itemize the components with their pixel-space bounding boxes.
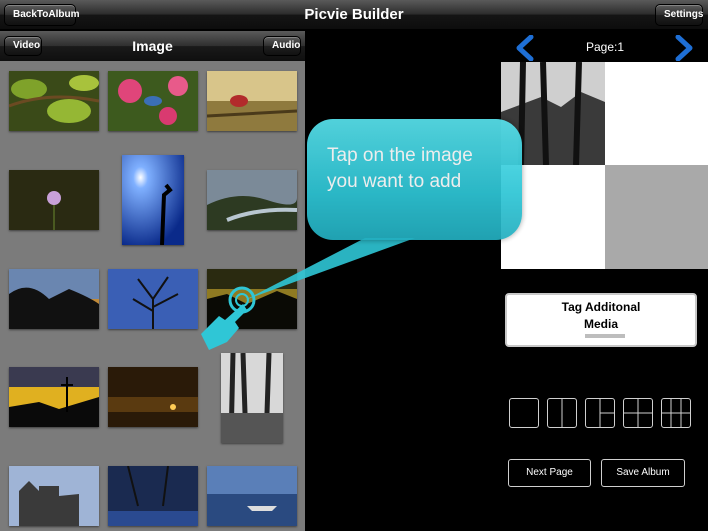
layout-six-grid-button[interactable] [661, 398, 691, 428]
tag-additional-media-button[interactable]: Tag Additonal Media [505, 293, 697, 347]
collage-grid [501, 61, 708, 269]
photo-leaves-bird [9, 71, 99, 131]
settings-button[interactable]: Settings [655, 4, 703, 26]
hand-pointer-icon [201, 304, 247, 350]
photo-blue-sky-sun [122, 155, 184, 245]
layout-two-columns-icon [561, 399, 563, 427]
gallery-image[interactable] [108, 71, 198, 131]
gallery-image[interactable] [207, 466, 297, 526]
tag-line-1: Tag Additonal [561, 300, 641, 314]
tag-line-2: Media [583, 317, 618, 331]
gallery-image[interactable] [9, 466, 99, 526]
media-title: Image [132, 38, 173, 54]
layout-single-button[interactable] [509, 398, 539, 428]
save-album-button[interactable]: Save Album [601, 459, 685, 487]
media-header: Image Video Audio [0, 31, 305, 61]
callout-line-2: you want to add [327, 171, 462, 192]
photo-bw-forest [221, 353, 283, 443]
photo-bare-branches [108, 269, 198, 329]
photo-purple-flower [9, 170, 99, 230]
layout-four-grid-icon [624, 399, 652, 427]
tap-instruction-callout: Tap on the image you want to add [307, 119, 522, 240]
gallery-image[interactable] [122, 155, 184, 245]
app-title: Picvie Builder [304, 6, 404, 23]
gallery-image[interactable] [108, 269, 198, 329]
page-label: Page:1 [585, 40, 625, 54]
video-button[interactable]: Video [4, 36, 42, 56]
photo-dark-orange-horizon [108, 367, 198, 427]
gallery-image[interactable] [108, 367, 198, 427]
gallery-image[interactable] [108, 466, 198, 526]
next-page-button[interactable]: Next Page [508, 459, 591, 487]
left-arrow-icon[interactable] [515, 35, 535, 61]
photo-castle [9, 466, 99, 526]
gallery-image[interactable] [9, 170, 99, 230]
back-to-album-button[interactable]: BackToAlbum [4, 4, 80, 26]
gallery-image[interactable] [9, 269, 99, 329]
photo-sunset-trees [9, 269, 99, 329]
collage-preview[interactable] [501, 61, 708, 269]
callout-line-1: Tap on the image [327, 145, 473, 166]
photo-red-bird-branch [207, 71, 297, 131]
layout-six-grid-icon [662, 399, 690, 427]
gallery-image[interactable] [9, 367, 99, 427]
layout-two-columns-button[interactable] [547, 398, 577, 428]
photo-yellow-sunset-cross [9, 367, 99, 427]
photo-lake-boat [207, 466, 297, 526]
photo-night-water [108, 466, 198, 526]
gallery-image[interactable] [221, 353, 283, 443]
top-bar: Picvie Builder BackToAlbum Settings [0, 0, 708, 30]
layout-three-panel-button[interactable] [585, 398, 615, 428]
layout-three-panel-icon [599, 399, 614, 427]
layout-four-grid-button[interactable] [623, 398, 653, 428]
gallery-image[interactable] [207, 71, 297, 131]
tag-indicator-bar [585, 334, 625, 338]
gallery-image[interactable] [9, 71, 99, 131]
right-arrow-icon[interactable] [674, 35, 694, 61]
photo-pink-flowers-bird [108, 71, 198, 131]
audio-button[interactable]: Audio [263, 36, 301, 56]
